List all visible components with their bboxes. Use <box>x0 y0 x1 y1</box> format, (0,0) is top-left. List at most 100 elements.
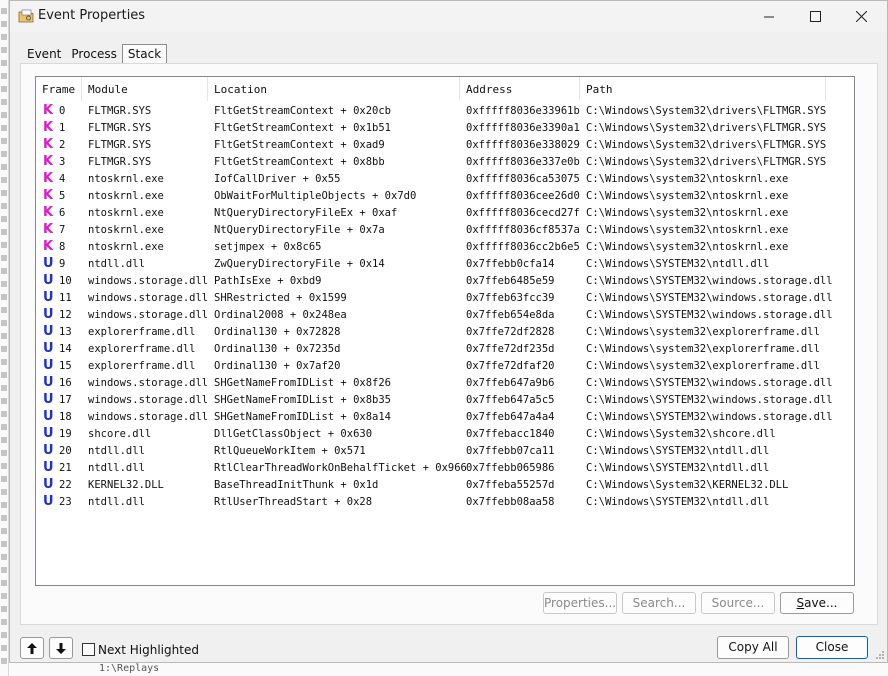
address-cell: 0xfffff8036cc2b6e5 <box>466 241 580 253</box>
table-row[interactable]: K 0 FLTMGR.SYS FltGetStreamContext + 0x20cb… <box>36 103 854 120</box>
background-window-bottom: 1:\Replays <box>9 663 888 676</box>
frame-cell: 22 <box>59 479 72 491</box>
path-cell: C:\Windows\System32\KERNEL32.DLL <box>586 479 789 491</box>
tab-event[interactable]: Event <box>22 45 66 63</box>
module-cell: FLTMGR.SYS <box>88 105 152 117</box>
location-cell: ZwQueryDirectoryFile + 0x14 <box>214 258 385 270</box>
frame-cell: 9 <box>59 258 66 270</box>
user-mode-icon: U <box>43 324 54 339</box>
search-button[interactable]: Search... <box>622 592 696 614</box>
tab-strip: Event Process Stack <box>22 44 168 63</box>
maximize-icon <box>809 11 821 22</box>
next-highlighted-label[interactable]: Next Highlighted <box>98 643 199 657</box>
table-row[interactable]: K 4 ntoskrnl.exe IofCallDriver + 0x55 0xffff… <box>36 171 854 188</box>
path-cell: C:\Windows\System32\shcore.dll <box>586 428 776 440</box>
resize-grip-icon[interactable] <box>875 650 885 660</box>
close-button[interactable]: Close <box>796 636 868 659</box>
table-row[interactable]: U 14 explorerframe.dll Ordinal130 + 0x7235d… <box>36 341 854 358</box>
location-cell: PathIsExe + 0xbd9 <box>214 275 322 287</box>
address-cell: 0x7ffeb647a5c5 <box>466 394 555 406</box>
background-window-left <box>0 0 9 676</box>
path-cell: C:\Windows\SYSTEM32\windows.storage.dll <box>586 377 833 389</box>
table-row[interactable]: U 18 windows.storage.dll SHGetNameFromIDLis… <box>36 409 854 426</box>
table-row[interactable]: U 10 windows.storage.dll PathIsExe + 0xbd9 0… <box>36 273 854 290</box>
frame-cell: 5 <box>59 190 66 202</box>
minimize-button[interactable] <box>746 1 792 32</box>
location-cell: FltGetStreamContext + 0x1b51 <box>214 122 392 134</box>
module-cell: windows.storage.dll <box>88 411 209 423</box>
table-row[interactable]: U 21 ntdll.dll RtlClearThreadWorkOnBehalfTi… <box>36 460 854 477</box>
module-cell: ntdll.dll <box>88 445 145 457</box>
arrow-down-icon <box>56 642 66 654</box>
module-cell: ntdll.dll <box>88 258 145 270</box>
address-cell: 0xfffff8036e337e0b <box>466 156 580 168</box>
path-cell: C:\Windows\system32\ntoskrnl.exe <box>586 224 789 236</box>
table-row[interactable]: U 12 windows.storage.dll Ordinal2008 + 0x24… <box>36 307 854 324</box>
module-cell: ntoskrnl.exe <box>88 190 164 202</box>
table-row[interactable]: U 13 explorerframe.dll Ordinal130 + 0x72828… <box>36 324 854 341</box>
address-cell: 0x7ffe72df235d <box>466 343 555 355</box>
save-button[interactable]: Save... <box>780 592 854 614</box>
table-row[interactable]: K 3 FLTMGR.SYS FltGetStreamContext + 0x8bb 0… <box>36 154 854 171</box>
table-row[interactable]: K 6 ntoskrnl.exe NtQueryDirectoryFileEx + 0… <box>36 205 854 222</box>
frame-cell: 14 <box>59 343 72 355</box>
table-row[interactable]: U 20 ntdll.dll RtlQueueWorkItem + 0x571 0x7f… <box>36 443 854 460</box>
module-cell: ntdll.dll <box>88 462 145 474</box>
address-cell: 0xfffff8036cecd27f <box>466 207 580 219</box>
table-row[interactable]: U 22 KERNEL32.DLL BaseThreadInitThunk + 0x1… <box>36 477 854 494</box>
module-cell: ntdll.dll <box>88 496 145 508</box>
frame-cell: 21 <box>59 462 72 474</box>
table-row[interactable]: K 5 ntoskrnl.exe ObWaitForMultipleObjects +… <box>36 188 854 205</box>
column-header-module[interactable]: Module <box>82 77 208 101</box>
frame-cell: 19 <box>59 428 72 440</box>
table-row[interactable]: K 8 ntoskrnl.exe setjmpex + 0x8c65 0xfffff80… <box>36 239 854 256</box>
column-header-location[interactable]: Location <box>208 77 460 101</box>
properties-button[interactable]: Properties... <box>543 592 617 614</box>
kernel-mode-icon: K <box>43 137 54 152</box>
path-cell: C:\Windows\SYSTEM32\windows.storage.dll <box>586 394 833 406</box>
table-row[interactable]: U 15 explorerframe.dll Ordinal130 + 0x7af20… <box>36 358 854 375</box>
table-row[interactable]: U 9 ntdll.dll ZwQueryDirectoryFile + 0x14 0x… <box>36 256 854 273</box>
column-header-path[interactable]: Path <box>580 77 826 101</box>
next-highlighted-checkbox[interactable] <box>82 643 95 656</box>
tab-stack[interactable]: Stack <box>121 44 168 63</box>
location-cell: RtlUserThreadStart + 0x28 <box>214 496 373 508</box>
table-row[interactable]: U 16 windows.storage.dll SHGetNameFromIDLis… <box>36 375 854 392</box>
path-cell: C:\Windows\system32\ntoskrnl.exe <box>586 207 789 219</box>
location-cell: FltGetStreamContext + 0x8bb <box>214 156 385 168</box>
table-row[interactable]: U 23 ntdll.dll RtlUserThreadStart + 0x28 0x7… <box>36 494 854 511</box>
address-cell: 0x7ffebb07ca11 <box>466 445 555 457</box>
module-cell: windows.storage.dll <box>88 309 209 321</box>
table-row[interactable]: U 11 windows.storage.dll SHRestricted + 0x1… <box>36 290 854 307</box>
column-header-address[interactable]: Address <box>460 77 580 101</box>
next-event-button[interactable] <box>49 637 73 659</box>
address-cell: 0x7ffeb647a9b6 <box>466 377 555 389</box>
user-mode-icon: U <box>43 290 54 305</box>
maximize-button[interactable] <box>792 1 838 32</box>
kernel-mode-icon: K <box>43 120 54 135</box>
title-bar[interactable]: Event Properties <box>10 1 887 32</box>
tab-process[interactable]: Process <box>66 45 122 63</box>
frame-cell: 13 <box>59 326 72 338</box>
window-close-button[interactable] <box>838 1 884 32</box>
kernel-mode-icon: K <box>43 154 54 169</box>
source-button[interactable]: Source... <box>701 592 775 614</box>
stack-list[interactable]: Frame Module Location Address Path K 0 FLT… <box>35 76 855 586</box>
previous-event-button[interactable] <box>20 637 44 659</box>
address-cell: 0xfffff8036cf8537a <box>466 224 580 236</box>
path-cell: C:\Windows\SYSTEM32\windows.storage.dll <box>586 411 833 423</box>
location-cell: DllGetClassObject + 0x630 <box>214 428 373 440</box>
path-cell: C:\Windows\SYSTEM32\windows.storage.dll <box>586 292 833 304</box>
user-mode-icon: U <box>43 392 54 407</box>
address-cell: 0x7ffeb6485e59 <box>466 275 555 287</box>
table-row[interactable]: K 7 ntoskrnl.exe NtQueryDirectoryFile + 0x7… <box>36 222 854 239</box>
module-cell: windows.storage.dll <box>88 292 209 304</box>
copy-all-button[interactable]: Copy All <box>717 636 789 659</box>
address-cell: 0x7ffe72dfaf20 <box>466 360 555 372</box>
column-header-frame[interactable]: Frame <box>36 77 82 101</box>
table-row[interactable]: U 19 shcore.dll DllGetClassObject + 0x630 0x… <box>36 426 854 443</box>
table-row[interactable]: K 2 FLTMGR.SYS FltGetStreamContext + 0xad9 0… <box>36 137 854 154</box>
table-row[interactable]: U 17 windows.storage.dll SHGetNameFromIDLis… <box>36 392 854 409</box>
table-row[interactable]: K 1 FLTMGR.SYS FltGetStreamContext + 0x1b51… <box>36 120 854 137</box>
location-cell: Ordinal130 + 0x7af20 <box>214 360 341 372</box>
